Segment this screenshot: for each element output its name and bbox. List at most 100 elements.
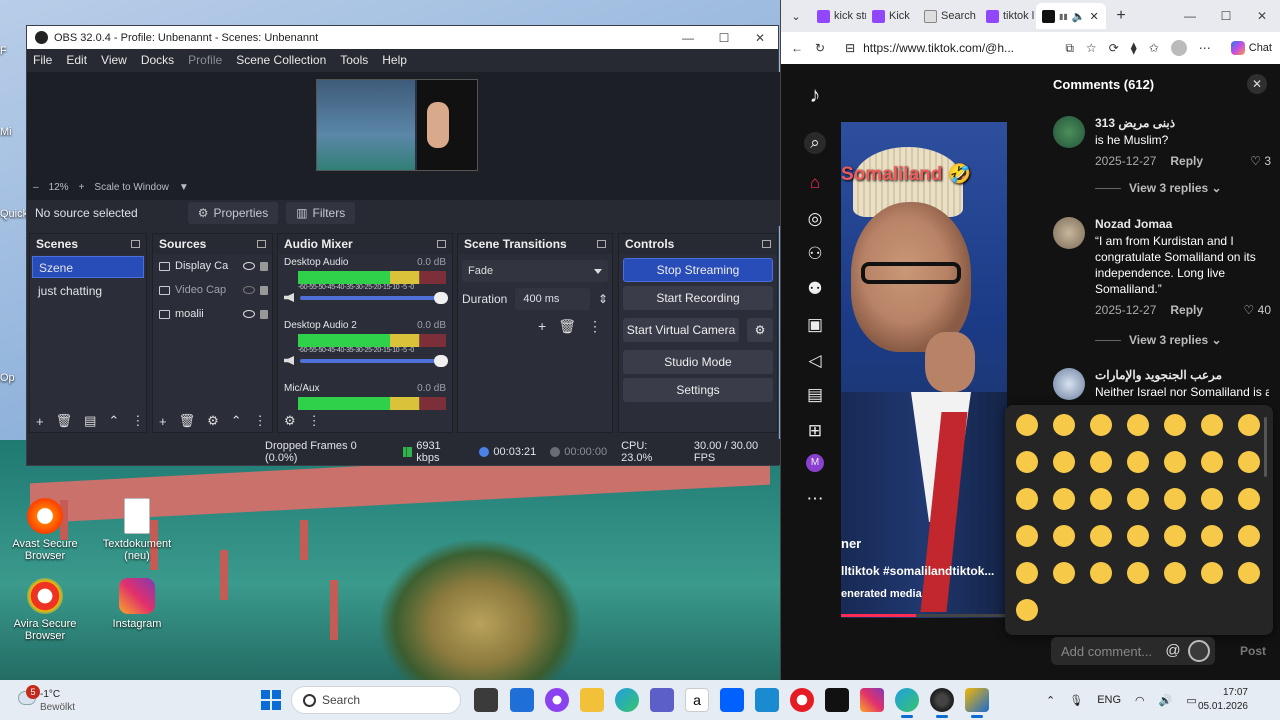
add-icon[interactable]: + <box>538 318 546 335</box>
amazon-icon[interactable]: a <box>685 688 709 712</box>
url-field[interactable]: ⊟ https://www.tiktok.com/@h... <box>837 36 1053 60</box>
undock-icon[interactable] <box>437 240 446 248</box>
undock-icon[interactable] <box>762 240 771 248</box>
eye-icon[interactable] <box>243 310 255 318</box>
lock-icon[interactable] <box>260 285 268 295</box>
more-icon[interactable]: ⋯ <box>1199 41 1211 55</box>
file-explorer-icon[interactable] <box>580 688 604 712</box>
extensions-icon[interactable]: ⧫ <box>1131 41 1137 55</box>
video-player[interactable] <box>841 122 1007 618</box>
emoji-option[interactable] <box>1090 414 1112 436</box>
refresh-icon[interactable]: ↻ <box>815 41 825 55</box>
tab-tiktok-search[interactable]: tiktok l <box>980 3 1036 29</box>
stop-streaming-button[interactable]: Stop Streaming <box>623 258 773 282</box>
chevron-up-icon[interactable]: ⌃ <box>108 413 119 429</box>
emoji-option[interactable] <box>1016 599 1038 621</box>
emoji-option[interactable] <box>1201 414 1223 436</box>
emoji-option[interactable] <box>1238 451 1260 473</box>
emoji-option[interactable] <box>1090 525 1112 547</box>
emoji-scrollbar[interactable] <box>1264 417 1267 477</box>
tab-search[interactable]: Search <box>918 3 980 29</box>
maximize-icon[interactable]: ☐ <box>706 31 742 45</box>
speaker-icon[interactable]: 🔈 <box>1072 10 1086 23</box>
instagram-icon[interactable] <box>860 688 884 712</box>
emoji-option[interactable] <box>1201 488 1223 510</box>
trash-icon[interactable]: 🗑 <box>179 413 196 429</box>
profile-avatar[interactable]: M <box>806 454 824 472</box>
minimize-icon[interactable]: — <box>670 31 706 45</box>
start-recording-button[interactable]: Start Recording <box>623 286 773 310</box>
view-replies-button[interactable]: View 3 replies ⌄ <box>1095 333 1222 347</box>
emoji-option[interactable] <box>1127 414 1149 436</box>
emoji-icon[interactable] <box>1188 640 1210 662</box>
clock[interactable]: 17:07 05.01.2026 <box>1190 686 1248 714</box>
following-icon[interactable]: ⚇ <box>804 243 826 265</box>
start-virtual-camera-button[interactable]: Start Virtual Camera <box>623 318 739 342</box>
avatar[interactable] <box>1053 368 1085 400</box>
back-icon[interactable]: ← <box>791 41 803 55</box>
tab-tiktok-active[interactable]: ▮▮ 🔈 ✕ <box>1036 3 1106 29</box>
copilot-chat-button[interactable]: Chat <box>1223 41 1280 55</box>
video-hashtags[interactable]: lltiktok #somalilandtiktok... <box>841 564 994 578</box>
obs-taskbar-icon[interactable] <box>930 688 954 718</box>
emoji-option[interactable] <box>1127 488 1149 510</box>
video-progress[interactable] <box>841 614 1007 617</box>
emoji-option[interactable] <box>1164 525 1186 547</box>
like-button[interactable]: ♡ 40 <box>1244 303 1271 317</box>
emoji-option[interactable] <box>1127 525 1149 547</box>
emoji-option[interactable] <box>1053 451 1075 473</box>
reply-button[interactable]: Reply <box>1170 154 1203 168</box>
volume-slider[interactable] <box>300 354 448 367</box>
emoji-option[interactable] <box>1016 451 1038 473</box>
view-replies-button[interactable]: View 3 replies ⌄ <box>1095 181 1222 195</box>
emoji-option[interactable] <box>1016 562 1038 584</box>
emoji-option[interactable] <box>1053 562 1075 584</box>
emoji-option[interactable] <box>1238 562 1260 584</box>
emoji-option[interactable] <box>1016 488 1038 510</box>
gear-icon[interactable]: ⚙ <box>747 318 773 342</box>
like-button[interactable]: ♡ 3 <box>1250 154 1271 168</box>
duration-input[interactable]: 400 ms <box>515 288 590 310</box>
obs-titlebar[interactable]: OBS 32.0.4 - Profile: Unbenannt - Scenes… <box>27 26 778 49</box>
chevron-down-icon[interactable]: ▼ <box>179 182 189 193</box>
emoji-option[interactable] <box>1016 525 1038 547</box>
refresh-icon[interactable]: ⟳ <box>1109 41 1119 55</box>
comment-author[interactable]: Nozad Jomaa <box>1095 217 1275 231</box>
close-tab-icon[interactable]: ✕ <box>1090 10 1099 23</box>
speaker-icon[interactable] <box>284 356 294 365</box>
emoji-option[interactable] <box>1053 414 1075 436</box>
mention-icon[interactable]: @ <box>1164 642 1182 660</box>
spinner-icon[interactable]: ⇕ <box>598 292 608 306</box>
more-icon[interactable]: ⋮ <box>588 318 602 335</box>
menu-scene-collection[interactable]: Scene Collection <box>236 53 326 67</box>
app-icon[interactable] <box>755 688 779 712</box>
tab-kick-stream[interactable]: kick str <box>811 3 866 29</box>
chevron-up-icon[interactable]: ⌃ <box>231 413 242 429</box>
scene-item[interactable]: Szene <box>32 256 144 278</box>
video-username[interactable]: ner <box>841 536 861 551</box>
undock-icon[interactable] <box>131 240 140 248</box>
tiktok-logo-icon[interactable]: ♪ <box>804 84 826 106</box>
post-button[interactable]: Post <box>1240 644 1266 658</box>
language-indicator[interactable]: ENG <box>1097 694 1121 706</box>
properties-button[interactable]: ⚙ Properties <box>187 202 279 224</box>
menu-docks[interactable]: Docks <box>141 53 174 67</box>
transition-select[interactable]: Fade <box>462 260 608 282</box>
tab-actions-icon[interactable]: ⌄ <box>781 10 811 23</box>
chevron-up-icon[interactable]: ⌃ <box>1046 694 1055 707</box>
opera-icon[interactable] <box>790 688 814 712</box>
more-icon[interactable]: ⋮ <box>308 413 321 429</box>
site-info-icon[interactable]: ⊟ <box>845 41 855 55</box>
zoom-out-button[interactable]: – <box>33 182 39 193</box>
upload-icon[interactable]: ⊞ <box>804 420 826 442</box>
filters-button[interactable]: ▥ Filters <box>286 202 356 224</box>
wifi-icon[interactable]: ◠ <box>1135 694 1145 707</box>
emoji-option[interactable] <box>1238 525 1260 547</box>
emoji-option[interactable] <box>1127 562 1149 584</box>
lock-icon[interactable] <box>260 261 268 271</box>
emoji-option[interactable] <box>1201 525 1223 547</box>
favorites-icon[interactable]: ✩ <box>1149 41 1159 55</box>
menu-profile[interactable]: Profile <box>188 53 222 67</box>
tiktok-icon[interactable] <box>825 688 849 712</box>
messages-icon[interactable]: ◁ <box>804 350 826 372</box>
